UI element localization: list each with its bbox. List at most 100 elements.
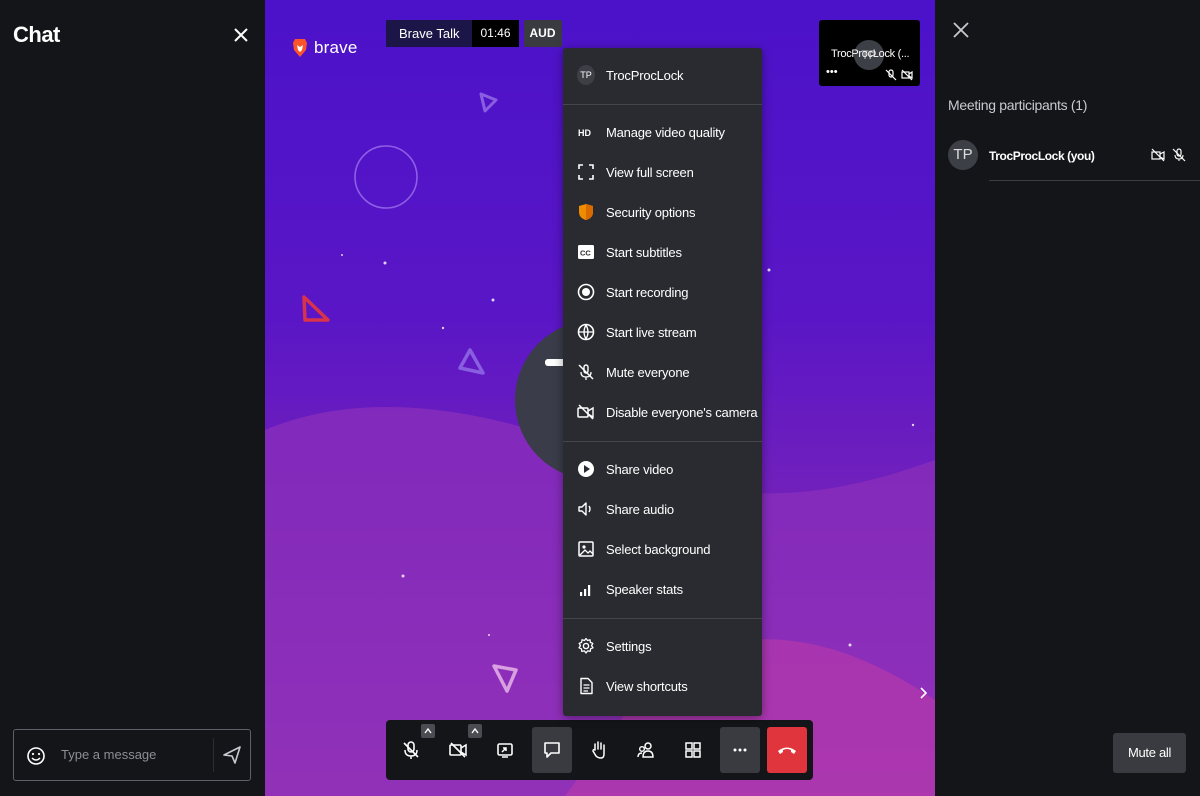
camera-off-icon — [449, 742, 467, 758]
menu-item-share-video[interactable]: Share video — [563, 449, 762, 489]
input-separator — [213, 738, 214, 772]
camera-options-caret[interactable] — [468, 724, 482, 738]
chat-title: Chat — [13, 22, 60, 47]
menu-item-label: Start live stream — [606, 324, 697, 340]
menu-item-start-recording[interactable]: Start recording — [563, 272, 762, 312]
hd-icon: HD — [577, 123, 595, 141]
more-icon — [733, 748, 747, 752]
chevron-right-icon[interactable] — [916, 686, 930, 700]
participants-button[interactable] — [626, 727, 666, 773]
cc-icon: CC — [577, 243, 595, 261]
menu-divider — [563, 441, 762, 442]
menu-item-label: Start subtitles — [606, 244, 682, 260]
screen-share-icon — [497, 743, 513, 758]
emoji-icon[interactable] — [26, 746, 46, 766]
local-video-thumbnail[interactable]: TP TrocProcLock (... ••• — [819, 20, 920, 86]
participant-avatar: TP — [948, 140, 978, 170]
participants-panel: Meeting participants (1) TP TrocProcLock… — [935, 0, 1200, 796]
menu-item-label: View shortcuts — [606, 678, 688, 694]
menu-profile-name: TrocProcLock — [606, 67, 684, 83]
bar-chart-icon — [577, 580, 595, 598]
mic-options-caret[interactable] — [421, 724, 435, 738]
hangup-icon — [778, 747, 796, 754]
menu-item-view-shortcuts[interactable]: View shortcuts — [563, 666, 762, 706]
menu-item-label: Select background — [606, 541, 711, 557]
thumbnail-name: TrocProcLock (... — [831, 48, 910, 60]
close-chat-icon[interactable] — [232, 26, 250, 44]
menu-item-label: Settings — [606, 638, 652, 654]
menu-divider — [563, 104, 762, 105]
menu-item-label: Share video — [606, 461, 674, 477]
tile-view-icon — [685, 742, 701, 758]
gear-icon — [577, 637, 595, 655]
chat-icon — [544, 742, 560, 758]
menu-profile[interactable]: TP TrocProcLock — [563, 55, 762, 95]
close-participants-icon[interactable] — [952, 21, 970, 39]
mic-off-icon — [577, 363, 595, 381]
brave-logo: brave — [292, 38, 358, 58]
menu-avatar: TP — [577, 65, 595, 85]
live-stream-icon — [577, 323, 595, 341]
raise-hand-button[interactable] — [579, 727, 619, 773]
more-actions-button[interactable] — [720, 727, 760, 773]
menu-item-view-full-screen[interactable]: View full screen — [563, 152, 762, 192]
menu-item-label: Share audio — [606, 501, 674, 517]
raise-hand-icon — [592, 741, 605, 759]
menu-item-label: Security options — [606, 204, 696, 220]
play-icon — [577, 460, 595, 478]
fullscreen-icon — [577, 163, 595, 181]
participant-name: TrocProcLock (you) — [989, 149, 1095, 163]
brave-lion-icon — [293, 39, 307, 57]
svg-text:CC: CC — [580, 249, 591, 258]
participant-divider — [989, 180, 1200, 181]
more-actions-menu: TP TrocProcLock HD Manage video quality … — [563, 48, 762, 716]
mic-off-icon — [1172, 148, 1186, 162]
menu-item-disable-everyones-camera[interactable]: Disable everyone's camera — [563, 392, 762, 432]
menu-item-label: Manage video quality — [606, 124, 725, 140]
speaker-icon — [577, 500, 595, 518]
document-icon — [577, 677, 595, 695]
chevron-up-icon — [471, 727, 479, 734]
menu-item-select-background[interactable]: Select background — [563, 529, 762, 569]
camera-off-icon — [901, 69, 913, 81]
screen-share-button[interactable] — [485, 727, 525, 773]
audio-badge[interactable]: AUD — [523, 20, 562, 47]
hangup-button[interactable] — [767, 727, 807, 773]
menu-item-share-audio[interactable]: Share audio — [563, 489, 762, 529]
brand-name: brave — [314, 38, 358, 57]
message-placeholder: Type a message — [61, 747, 157, 762]
send-icon[interactable] — [221, 744, 243, 766]
participants-icon — [637, 742, 654, 758]
participant-row[interactable]: TP TrocProcLock (you) — [948, 140, 1200, 182]
mute-all-button[interactable]: Mute all — [1113, 733, 1186, 773]
meeting-name: Brave Talk — [386, 20, 473, 47]
chat-message-input[interactable]: Type a message — [13, 729, 251, 781]
chat-button[interactable] — [532, 727, 572, 773]
chat-panel: Chat Type a message — [0, 0, 265, 796]
menu-item-mute-everyone[interactable]: Mute everyone — [563, 352, 762, 392]
menu-item-settings[interactable]: Settings — [563, 626, 762, 666]
menu-item-manage-video-quality[interactable]: HD Manage video quality — [563, 112, 762, 152]
menu-item-label: View full screen — [606, 164, 694, 180]
svg-text:HD: HD — [578, 128, 591, 138]
tile-view-button[interactable] — [673, 727, 713, 773]
menu-divider — [563, 618, 762, 619]
mic-off-icon — [885, 69, 897, 81]
menu-item-label: Mute everyone — [606, 364, 690, 380]
image-icon — [577, 540, 595, 558]
menu-item-label: Start recording — [606, 284, 689, 300]
shield-icon — [577, 203, 595, 221]
call-toolbar — [386, 720, 813, 780]
record-icon — [577, 283, 595, 301]
menu-item-security-options[interactable]: Security options — [563, 192, 762, 232]
menu-item-start-subtitles[interactable]: CC Start subtitles — [563, 232, 762, 272]
camera-off-icon — [577, 403, 595, 421]
menu-item-speaker-stats[interactable]: Speaker stats — [563, 569, 762, 609]
thumbnail-more-icon[interactable]: ••• — [826, 66, 838, 78]
meeting-info-bar: Brave Talk 01:46 AUD — [386, 20, 562, 47]
menu-item-start-live-stream[interactable]: Start live stream — [563, 312, 762, 352]
mic-off-icon — [403, 741, 419, 759]
camera-off-icon — [1151, 148, 1165, 162]
participants-header: Meeting participants (1) — [948, 97, 1088, 113]
meeting-timer: 01:46 — [472, 20, 519, 47]
